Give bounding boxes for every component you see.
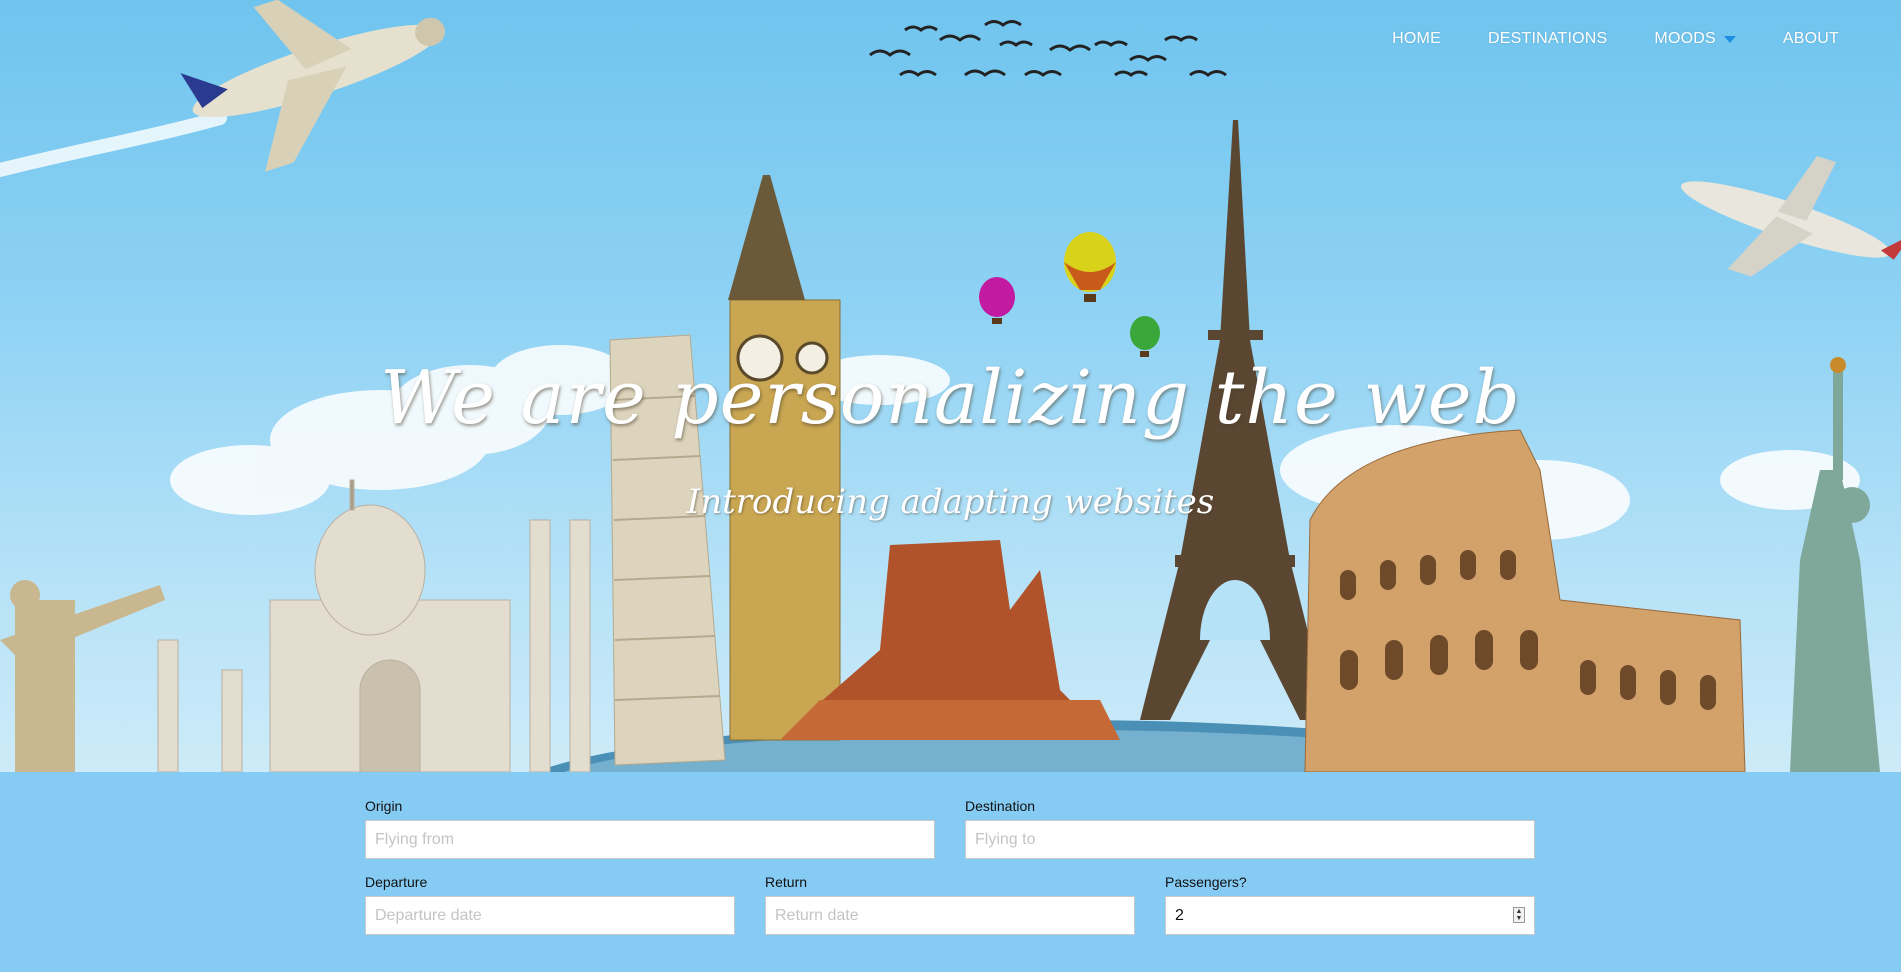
return-label: Return <box>765 874 808 890</box>
departure-label: Departure <box>365 874 428 890</box>
destination-label: Destination <box>965 798 1036 814</box>
big-ben <box>728 175 841 741</box>
hot-air-balloon-icon <box>1130 316 1160 357</box>
contrail <box>0 111 227 177</box>
number-stepper-icon[interactable]: ▲ ▼ <box>1513 907 1525 923</box>
flight-search-form: Origin Destination Departure Return Pass… <box>0 772 1901 972</box>
airplane-icon <box>1681 155 1901 277</box>
return-field-group: Return <box>765 874 1135 935</box>
passengers-label: Passengers? <box>1165 874 1247 890</box>
departure-input[interactable] <box>365 896 735 935</box>
nav-about-label: ABOUT <box>1782 30 1839 47</box>
nav-home[interactable]: HOME <box>1392 30 1441 48</box>
hero-title: We are personalizing the web <box>380 355 1521 441</box>
return-input[interactable] <box>765 896 1135 935</box>
hot-air-balloon-icon <box>979 277 1015 324</box>
departure-field-group: Departure <box>365 874 735 935</box>
taj-mahal <box>157 479 591 772</box>
passengers-input[interactable] <box>1165 896 1535 935</box>
caret-down-icon <box>1723 35 1736 43</box>
nav-destinations-label: DESTINATIONS <box>1487 30 1608 47</box>
nav-about[interactable]: ABOUT <box>1783 30 1839 48</box>
origin-field-group: Origin <box>365 798 935 859</box>
hero-banner: HOME DESTINATIONS MOODS ABOUT We are per… <box>0 0 1901 772</box>
nav-moods[interactable]: MOODS <box>1654 30 1736 48</box>
destination-input[interactable] <box>965 820 1535 859</box>
main-nav: HOME DESTINATIONS MOODS ABOUT <box>1345 30 1839 48</box>
nav-moods-label: MOODS <box>1654 30 1716 47</box>
origin-label: Origin <box>365 798 403 814</box>
passengers-field-group: Passengers? ▲▼ <box>1165 874 1535 935</box>
christ-statue <box>0 580 165 772</box>
destination-field-group: Destination <box>965 798 1535 859</box>
airplane-icon <box>180 0 445 172</box>
origin-input[interactable] <box>365 820 935 859</box>
nav-home-label: HOME <box>1392 30 1441 47</box>
hot-air-balloon-icon <box>1064 232 1116 302</box>
bird-flock-icon <box>869 20 1227 77</box>
nav-destinations[interactable]: DESTINATIONS <box>1488 30 1607 48</box>
hero-subtitle: Introducing adapting websites <box>686 482 1215 522</box>
